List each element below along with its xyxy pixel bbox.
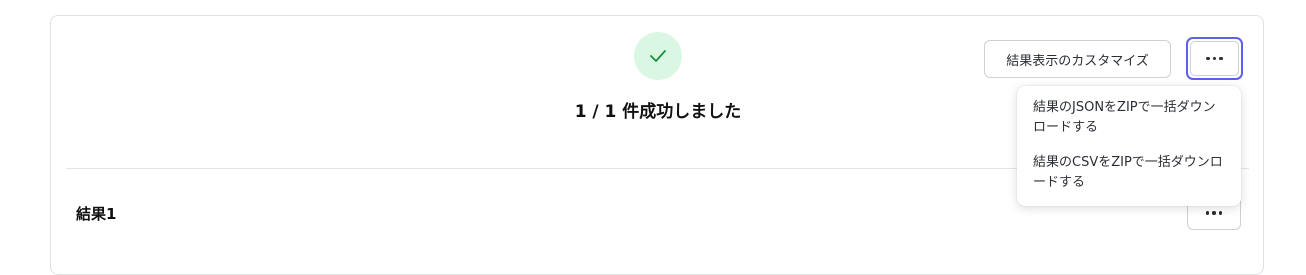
- success-badge: [634, 32, 682, 80]
- menu-item-download-csv-zip[interactable]: 結果のCSVをZIPで一括ダウンロードする: [1017, 153, 1241, 193]
- more-options-button-inner[interactable]: [1190, 41, 1239, 76]
- more-horizontal-icon: [1205, 211, 1223, 215]
- menu-item-download-json-zip[interactable]: 結果のJSONをZIPで一括ダウンロードする: [1017, 98, 1241, 138]
- more-horizontal-icon: [1206, 56, 1223, 61]
- check-icon: [650, 50, 666, 62]
- result-title: 結果1: [76, 205, 117, 223]
- customize-display-button[interactable]: 結果表示のカスタマイズ: [984, 40, 1171, 78]
- download-menu: 結果のJSONをZIPで一括ダウンロードする 結果のCSVをZIPで一括ダウンロ…: [1017, 86, 1241, 206]
- more-options-button[interactable]: [1186, 37, 1243, 80]
